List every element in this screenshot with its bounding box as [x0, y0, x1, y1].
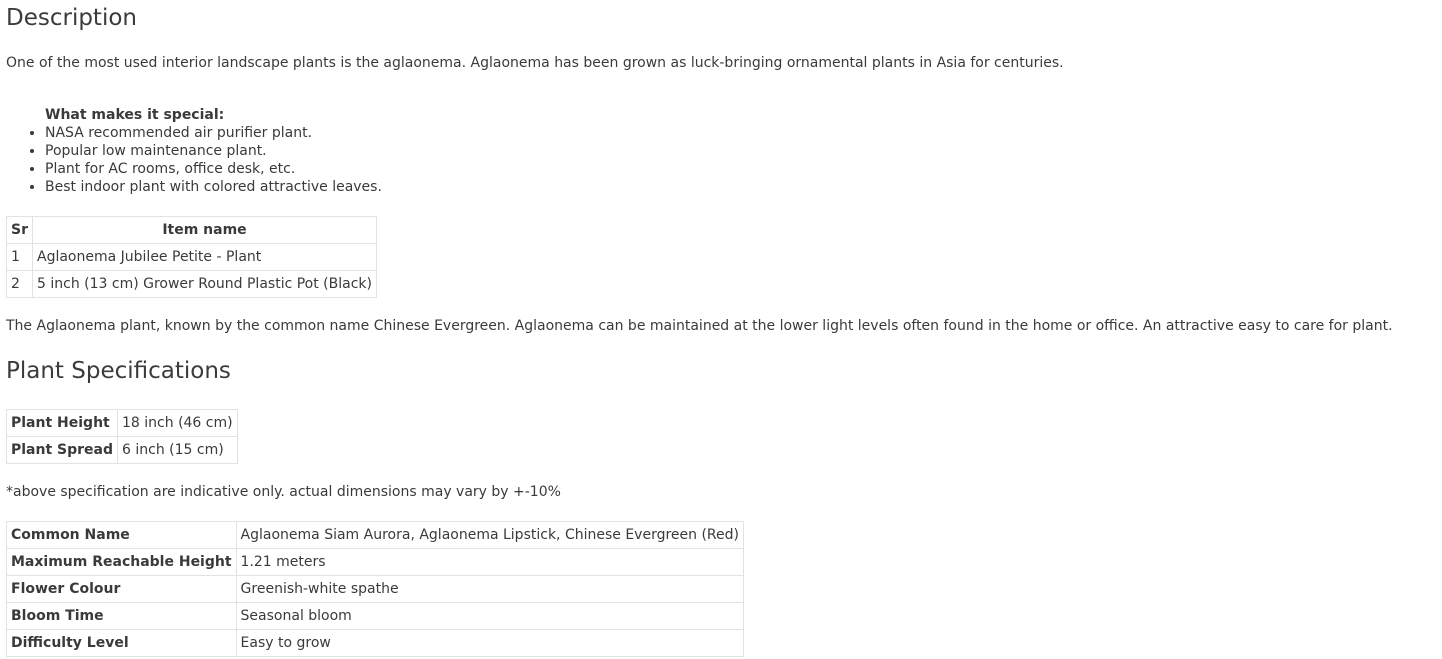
table-row: 1 Aglaonema Jubilee Petite - Plant	[6, 243, 377, 271]
header-item-name: Item name	[32, 216, 377, 244]
table-row: Difficulty Level Easy to grow	[6, 629, 745, 657]
detail-label: Difficulty Level	[6, 629, 237, 657]
table-row: Plant Spread 6 inch (15 cm)	[5, 436, 238, 464]
intro-paragraph: One of the most used interior landscape …	[6, 55, 1064, 71]
detail-value: Seasonal bloom	[235, 602, 745, 630]
dimension-label: Plant Height	[5, 409, 119, 437]
detail-label: Flower Colour	[6, 575, 237, 603]
items-table: Sr Item name 1 Aglaonema Jubilee Petite …	[6, 216, 377, 298]
table-row: Common Name Aglaonema Siam Aurora, Aglao…	[6, 521, 745, 549]
detail-label: Common Name	[6, 521, 237, 549]
feature-list: NASA recommended air purifier plant. Pop…	[6, 124, 382, 196]
dimension-label: Plant Spread	[5, 436, 119, 464]
feature-item: NASA recommended air purifier plant.	[45, 124, 382, 142]
feature-item: Best indoor plant with colored attractiv…	[45, 178, 382, 196]
table-row: Maximum Reachable Height 1.21 meters	[6, 548, 745, 576]
feature-item: Popular low maintenance plant.	[45, 142, 382, 160]
detail-label: Bloom Time	[6, 602, 237, 630]
header-sr: Sr	[6, 216, 33, 244]
detail-value: 1.21 meters	[235, 548, 745, 576]
table-row: 2 5 inch (13 cm) Grower Round Plastic Po…	[6, 270, 377, 298]
specifications-heading: Plant Specifications	[6, 358, 231, 384]
detail-label: Maximum Reachable Height	[6, 548, 237, 576]
table-row: Bloom Time Seasonal bloom	[6, 602, 745, 630]
dimensions-table: Plant Height 18 inch (46 cm) Plant Sprea…	[5, 409, 238, 464]
cell-sr: 1	[6, 243, 33, 271]
table-row: Plant Height 18 inch (46 cm)	[5, 409, 238, 437]
detail-value: Easy to grow	[235, 629, 745, 657]
table-header-row: Sr Item name	[6, 216, 377, 244]
detail-value: Greenish-white spathe	[235, 575, 745, 603]
detail-value: Aglaonema Siam Aurora, Aglaonema Lipstic…	[235, 521, 745, 549]
cell-item-name: Aglaonema Jubilee Petite - Plant	[32, 243, 377, 271]
description-heading: Description	[6, 5, 137, 31]
dimension-value: 18 inch (46 cm)	[117, 409, 238, 437]
special-features-title: What makes it special:	[45, 107, 225, 123]
cell-item-name: 5 inch (13 cm) Grower Round Plastic Pot …	[32, 270, 377, 298]
feature-item: Plant for AC rooms, office desk, etc.	[45, 160, 382, 178]
table-row: Flower Colour Greenish-white spathe	[6, 575, 745, 603]
care-paragraph: The Aglaonema plant, known by the common…	[6, 318, 1393, 334]
details-table: Common Name Aglaonema Siam Aurora, Aglao…	[6, 521, 745, 657]
disclaimer-text: *above specification are indicative only…	[6, 484, 561, 500]
cell-sr: 2	[6, 270, 33, 298]
dimension-value: 6 inch (15 cm)	[117, 436, 238, 464]
